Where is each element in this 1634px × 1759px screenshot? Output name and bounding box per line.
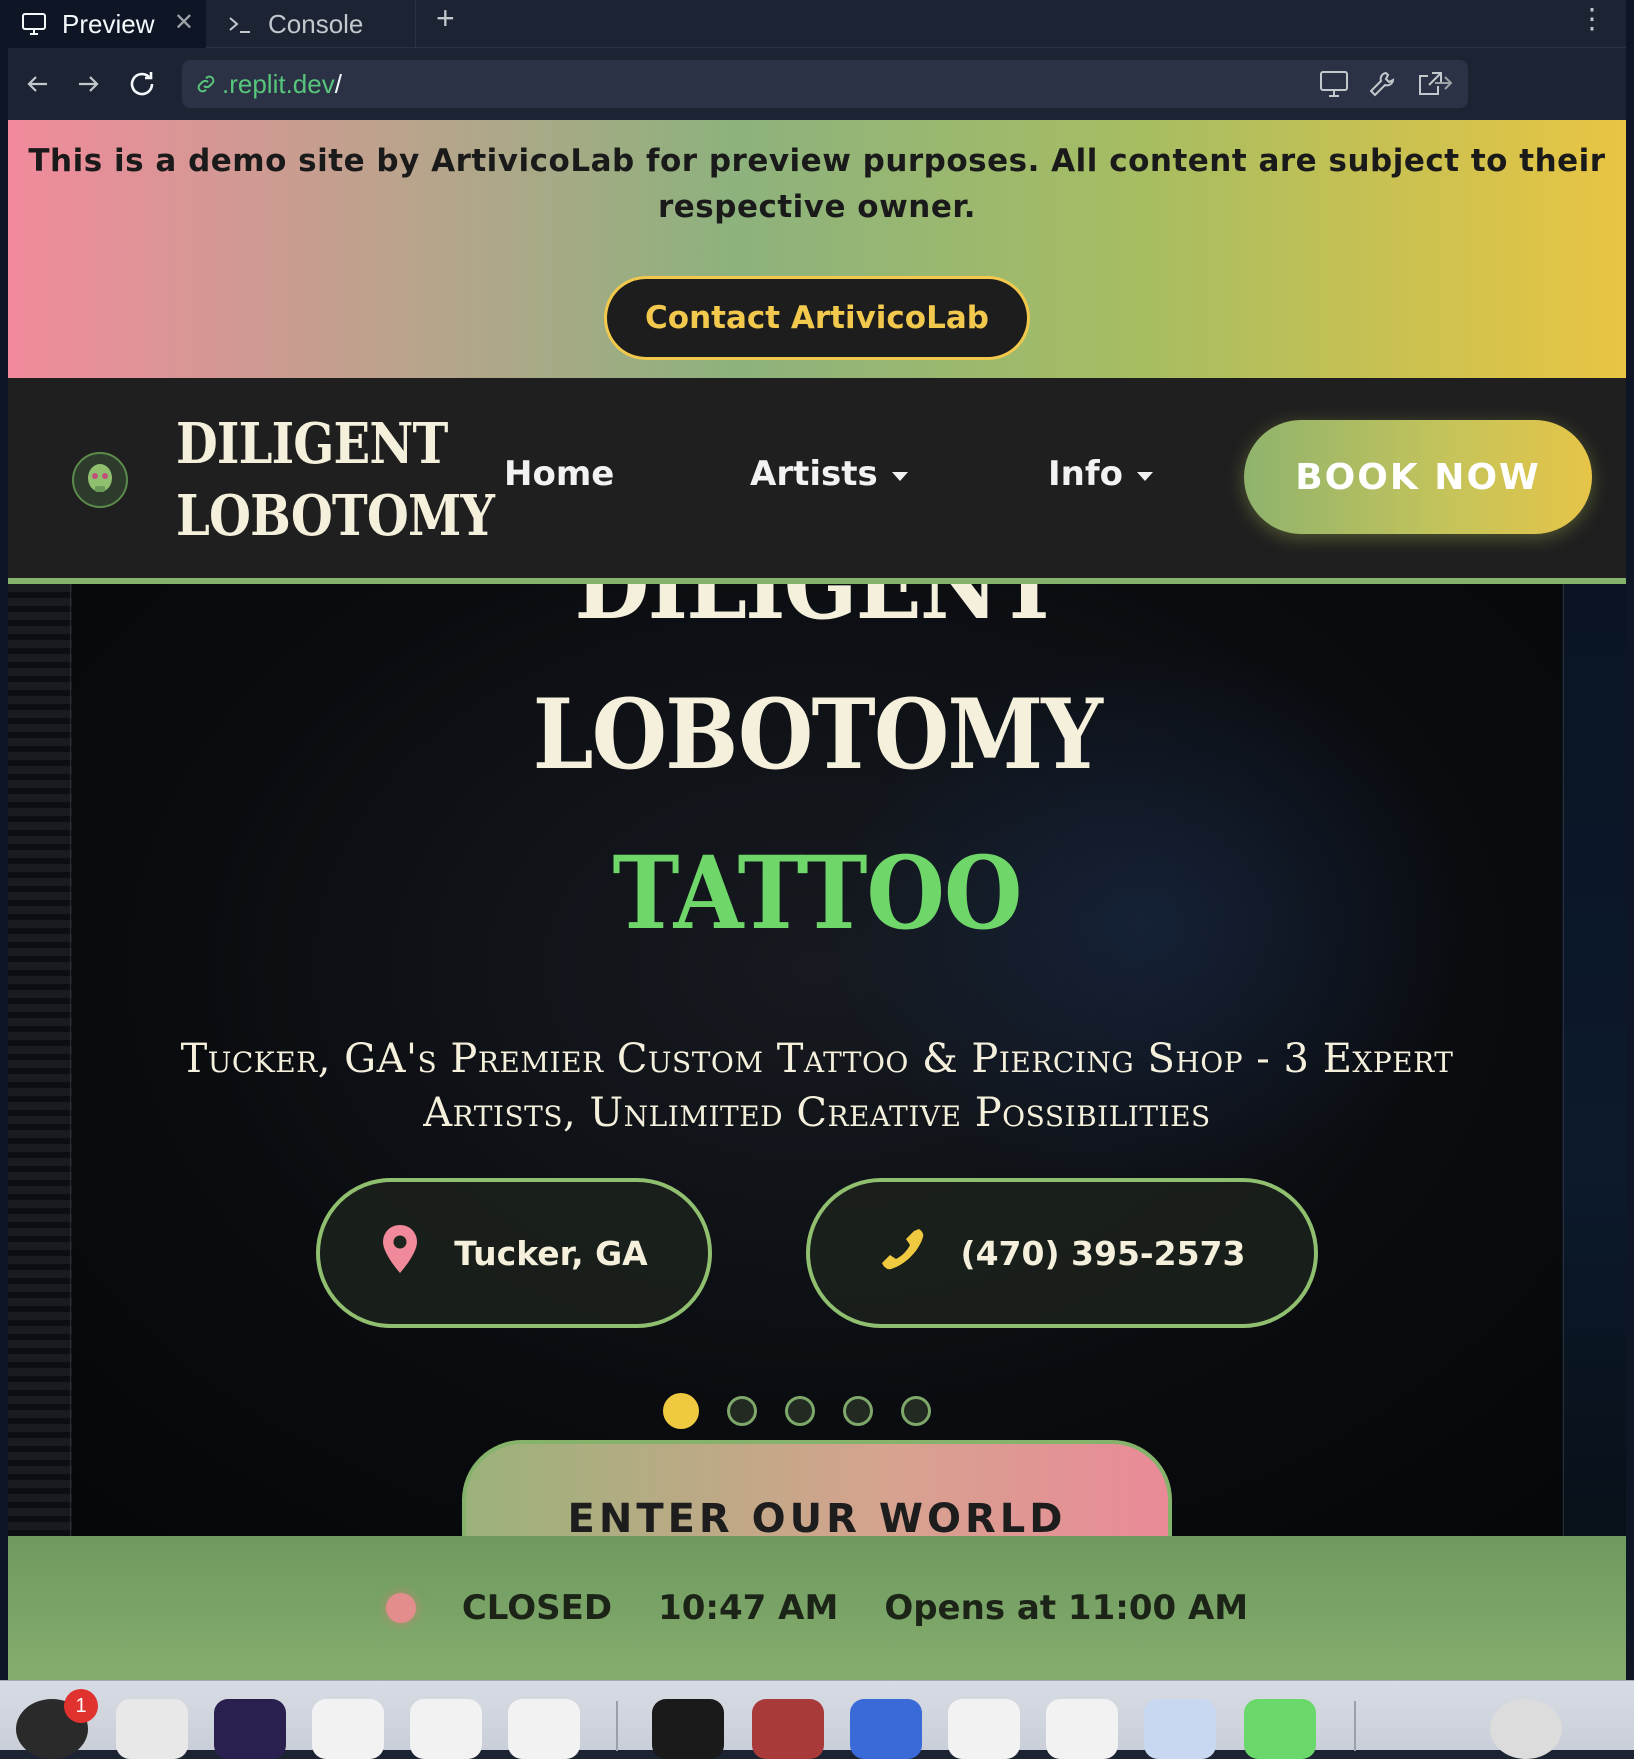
status-state: CLOSED (461, 1588, 613, 1628)
status-next-open: Opens at 11:00 AM (884, 1588, 1249, 1628)
hero-title-line-2: LOBOTOMY (532, 678, 1103, 791)
dock-app-icon[interactable] (1144, 1699, 1216, 1759)
dock-app-icon[interactable] (752, 1699, 824, 1759)
site-logo-text[interactable]: DILIGENT LOBOTOMY (176, 408, 495, 552)
add-tab-button[interactable]: + (436, 0, 455, 37)
book-now-button[interactable]: BOOK NOW (1244, 420, 1592, 534)
url-toolbar: .replit.dev / (8, 48, 1626, 120)
replit-window: Preview ✕ Console + ⋮ .replit.dev / This… (0, 0, 1634, 1759)
status-time: 10:47 AM (658, 1588, 839, 1628)
tab-preview[interactable]: Preview ✕ (8, 0, 206, 48)
caret-down-icon (1137, 471, 1154, 481)
dock-app-icon[interactable] (312, 1699, 384, 1759)
dock-app-icon[interactable] (652, 1699, 724, 1759)
nav-link-label: Info (1048, 454, 1124, 494)
tab-console-label: Console (268, 8, 364, 39)
enter-our-world-button[interactable]: ENTER OUR WORLD (462, 1440, 1172, 1544)
tab-bar: Preview ✕ Console + ⋮ (8, 0, 1626, 48)
demo-banner-text: This is a demo site by ArtivicoLab for p… (28, 143, 1606, 225)
caret-down-icon (891, 471, 908, 481)
back-arrow-icon[interactable] (16, 62, 60, 106)
location-label: Tucker, GA (454, 1233, 648, 1273)
link-icon (194, 72, 218, 96)
hero-section: DILIGENT LOBOTOMY TATTOO Tucker, GA's Pr… (8, 584, 1626, 1544)
nav-link-label: Home (504, 454, 615, 494)
phone-button[interactable]: (470) 395-2573 (806, 1178, 1318, 1328)
site-navbar: DILIGENT LOBOTOMY Home Artists Info BOOK… (8, 378, 1626, 584)
phone-label: (470) 395-2573 (960, 1233, 1246, 1273)
tab-console[interactable]: Console (206, 0, 416, 48)
logo-line-2: LOBOTOMY (176, 483, 495, 549)
dock-app-icon[interactable] (116, 1699, 188, 1759)
reload-icon[interactable] (120, 62, 164, 106)
url-path: / (334, 68, 342, 99)
dock-app-icon[interactable] (508, 1699, 580, 1759)
tab-preview-label: Preview (62, 8, 155, 39)
more-options-icon[interactable]: ⋮ (1578, 2, 1606, 35)
monitor-icon (20, 12, 48, 36)
shop-status-bar: CLOSED 10:47 AM Opens at 11:00 AM (8, 1536, 1626, 1680)
dock-app-icon[interactable] (948, 1699, 1020, 1759)
carousel-dot[interactable] (901, 1396, 931, 1426)
hero-tagline: Tucker, GA's Premier Custom Tattoo & Pie… (180, 1036, 1454, 1136)
status-indicator-dot (385, 1593, 416, 1623)
dock-separator (1354, 1701, 1356, 1751)
skull-logo-icon[interactable] (72, 452, 128, 508)
contact-artivicolab-button[interactable]: Contact ArtivicoLab (604, 276, 1030, 360)
dock-app-icon[interactable] (214, 1699, 286, 1759)
map-pin-icon (380, 1223, 420, 1283)
notification-badge: 1 (64, 1689, 98, 1723)
url-input[interactable]: .replit.dev / (182, 60, 1468, 108)
dock-separator (616, 1701, 618, 1751)
demo-banner: This is a demo site by ArtivicoLab for p… (8, 120, 1626, 378)
logo-line-1: DILIGENT (176, 411, 448, 477)
nav-link-artists[interactable]: Artists (750, 454, 908, 494)
phone-icon (879, 1225, 927, 1281)
dock-app-icon[interactable] (410, 1699, 482, 1759)
carousel-dots (8, 1393, 1606, 1429)
open-external-icon[interactable] (1408, 62, 1452, 106)
carousel-dot[interactable] (843, 1396, 873, 1426)
carousel-dot[interactable] (663, 1393, 699, 1429)
dock-app-icon[interactable] (1244, 1699, 1316, 1759)
dock-app-icon[interactable] (1490, 1699, 1562, 1759)
hero-title-line-1: DILIGENT (574, 584, 1061, 641)
dock-app-icon[interactable] (850, 1699, 922, 1759)
macos-dock: 1 (0, 1680, 1634, 1759)
terminal-prompt-icon (226, 12, 254, 36)
forward-arrow-icon[interactable] (66, 62, 110, 106)
preview-viewport: This is a demo site by ArtivicoLab for p… (8, 120, 1626, 1680)
nav-link-info[interactable]: Info (1048, 454, 1154, 494)
device-view-icon[interactable] (1312, 62, 1356, 106)
hero-title-line-3: TATTOO (612, 834, 1022, 952)
carousel-dot[interactable] (727, 1396, 757, 1426)
nav-link-home[interactable]: Home (504, 454, 614, 494)
wrench-icon[interactable] (1360, 62, 1404, 106)
location-button[interactable]: Tucker, GA (316, 1178, 712, 1328)
carousel-dot[interactable] (785, 1396, 815, 1426)
dock-app-icon[interactable] (1046, 1699, 1118, 1759)
close-tab-icon[interactable]: ✕ (174, 8, 194, 37)
url-host: .replit.dev (222, 68, 335, 99)
nav-link-label: Artists (750, 454, 878, 494)
